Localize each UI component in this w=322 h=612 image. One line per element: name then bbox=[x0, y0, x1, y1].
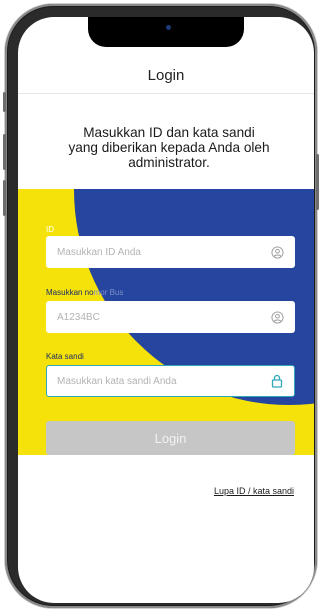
bus-number-label-part-1: Masukkan no bbox=[46, 288, 94, 297]
lock-icon[interactable] bbox=[270, 374, 284, 388]
login-instructions: Masukkan ID dan kata sandi yang diberika… bbox=[48, 125, 290, 170]
login-instructions-line-1: Masukkan ID dan kata sandi bbox=[83, 125, 255, 140]
login-button[interactable]: Login bbox=[46, 421, 295, 455]
user-circle-icon bbox=[270, 245, 284, 259]
id-input[interactable]: Masukkan ID Anda bbox=[46, 236, 295, 268]
id-label: ID bbox=[46, 225, 54, 234]
phone-power-button bbox=[316, 154, 319, 210]
page-title: Login bbox=[147, 67, 185, 84]
app-screen: Login Masukkan ID dan kata sandi yang di… bbox=[18, 17, 314, 603]
password-label: Kata sandi bbox=[46, 352, 84, 361]
header-divider bbox=[18, 93, 314, 94]
bus-number-label-part-2: mor Bus bbox=[93, 288, 124, 297]
phone-volume-down-button bbox=[3, 180, 6, 216]
login-instructions-line-2: yang diberikan kepada Anda oleh bbox=[68, 140, 270, 155]
password-input-placeholder: Masukkan kata sandi Anda bbox=[57, 375, 177, 387]
login-instructions-line-3: administrator. bbox=[128, 155, 210, 170]
phone-frame: Login Masukkan ID dan kata sandi yang di… bbox=[3, 4, 319, 608]
bus-number-label: Masukkan nomor Bus bbox=[46, 288, 123, 297]
front-camera bbox=[166, 25, 171, 30]
password-input[interactable]: Masukkan kata sandi Anda bbox=[46, 365, 295, 397]
id-input-placeholder: Masukkan ID Anda bbox=[57, 246, 141, 258]
phone-notch bbox=[88, 17, 244, 47]
bus-number-input[interactable]: A1234BC bbox=[46, 301, 295, 333]
phone-volume-up-button bbox=[3, 134, 6, 170]
user-circle-icon bbox=[270, 310, 284, 324]
bus-number-value: A1234BC bbox=[57, 311, 100, 323]
phone-side-button bbox=[3, 92, 6, 112]
forgot-credentials-link[interactable]: Lupa ID / kata sandi bbox=[214, 486, 294, 496]
